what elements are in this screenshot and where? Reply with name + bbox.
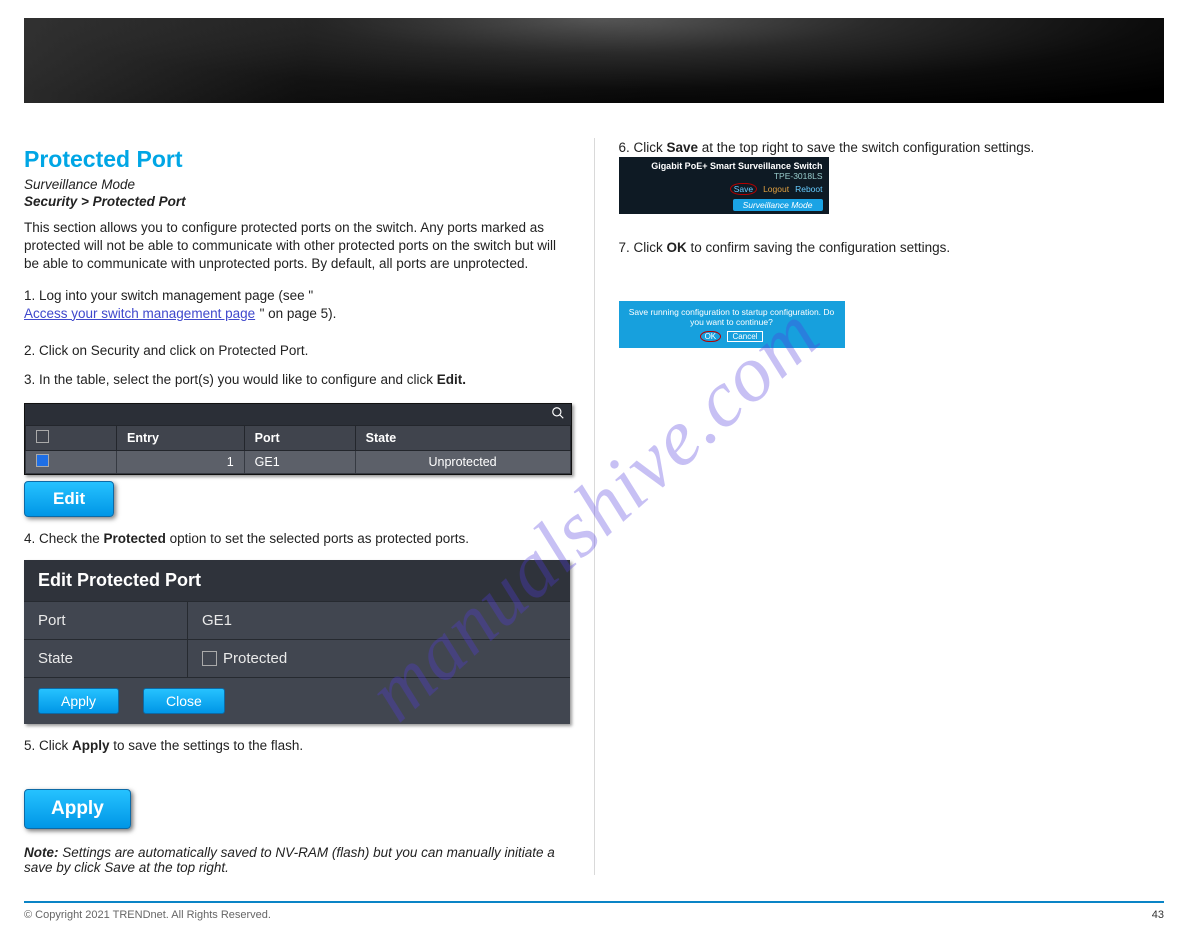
panel-port-label: Port xyxy=(24,602,188,639)
intro-paragraph: This section allows you to configure pro… xyxy=(24,219,570,274)
select-all-checkbox[interactable] xyxy=(36,430,49,443)
cell-entry: 1 xyxy=(117,450,245,473)
edit-button[interactable]: Edit xyxy=(24,481,114,517)
mini-save-button[interactable]: Save xyxy=(730,183,757,195)
dialog-message: Save running configuration to startup co… xyxy=(627,307,837,327)
mini-logout-button[interactable]: Logout xyxy=(763,184,789,194)
save-screenshot: Gigabit PoE+ Smart Surveillance Switch T… xyxy=(619,157,829,214)
cell-state: Unprotected xyxy=(355,450,570,473)
left-column: Protected Port Surveillance Mode Securit… xyxy=(24,138,570,875)
cell-port: GE1 xyxy=(244,450,355,473)
page-number: 43 xyxy=(1152,909,1164,921)
section-title: Protected Port xyxy=(24,146,570,173)
step-7: 7. Click OK to confirm saving the config… xyxy=(619,240,1165,255)
mini-title: Gigabit PoE+ Smart Surveillance Switch xyxy=(625,161,823,171)
search-icon[interactable] xyxy=(25,404,571,425)
breadcrumb: Security > Protected Port xyxy=(24,194,570,209)
panel-close-button[interactable]: Close xyxy=(143,688,225,714)
mini-reboot-button[interactable]: Reboot xyxy=(795,184,822,194)
row-checkbox[interactable] xyxy=(36,454,49,467)
mini-mode-badge: Surveillance Mode xyxy=(733,199,823,211)
panel-port-value: GE1 xyxy=(188,602,570,639)
dialog-ok-button[interactable]: OK xyxy=(700,331,722,342)
step-3: 3. In the table, select the port(s) you … xyxy=(24,372,570,387)
subheading: Surveillance Mode xyxy=(24,177,570,192)
top-banner xyxy=(24,18,1164,103)
apply-button[interactable]: Apply xyxy=(24,789,131,829)
step-6: 6. Click Save at the top right to save t… xyxy=(619,140,1165,155)
step-1: 1. Log into your switch management page … xyxy=(24,288,570,303)
col-port: Port xyxy=(244,425,355,450)
table-row[interactable]: 1 GE1 Unprotected xyxy=(26,450,571,473)
note: Note: Settings are automatically saved t… xyxy=(24,845,570,875)
step-1-suffix: " on page 5). xyxy=(260,306,337,321)
panel-state-value: Protected xyxy=(223,650,287,667)
edit-protected-port-panel: Edit Protected Port Port GE1 State Prote… xyxy=(24,560,570,724)
step-5: 5. Click Apply to save the settings to t… xyxy=(24,738,570,753)
footer-copyright: © Copyright 2021 TRENDnet. All Rights Re… xyxy=(24,909,271,921)
mini-model: TPE-3018LS xyxy=(625,171,823,181)
panel-apply-button[interactable]: Apply xyxy=(38,688,119,714)
col-state: State xyxy=(355,425,570,450)
step-1-link[interactable]: Access your switch management page xyxy=(24,306,255,321)
port-table: Entry Port State 1 GE1 Unprotected xyxy=(25,425,571,474)
confirm-dialog-screenshot: Save running configuration to startup co… xyxy=(619,301,845,348)
port-table-wrap: Entry Port State 1 GE1 Unprotected xyxy=(24,403,572,475)
panel-title: Edit Protected Port xyxy=(24,560,570,601)
protected-checkbox[interactable] xyxy=(202,651,217,666)
col-entry: Entry xyxy=(117,425,245,450)
dialog-cancel-button[interactable]: Cancel xyxy=(727,331,764,342)
step-2: 2. Click on Security and click on Protec… xyxy=(24,343,570,358)
step-4: 4. Check the Protected option to set the… xyxy=(24,531,570,546)
panel-state-label: State xyxy=(24,640,188,677)
right-column: 6. Click Save at the top right to save t… xyxy=(594,138,1165,875)
